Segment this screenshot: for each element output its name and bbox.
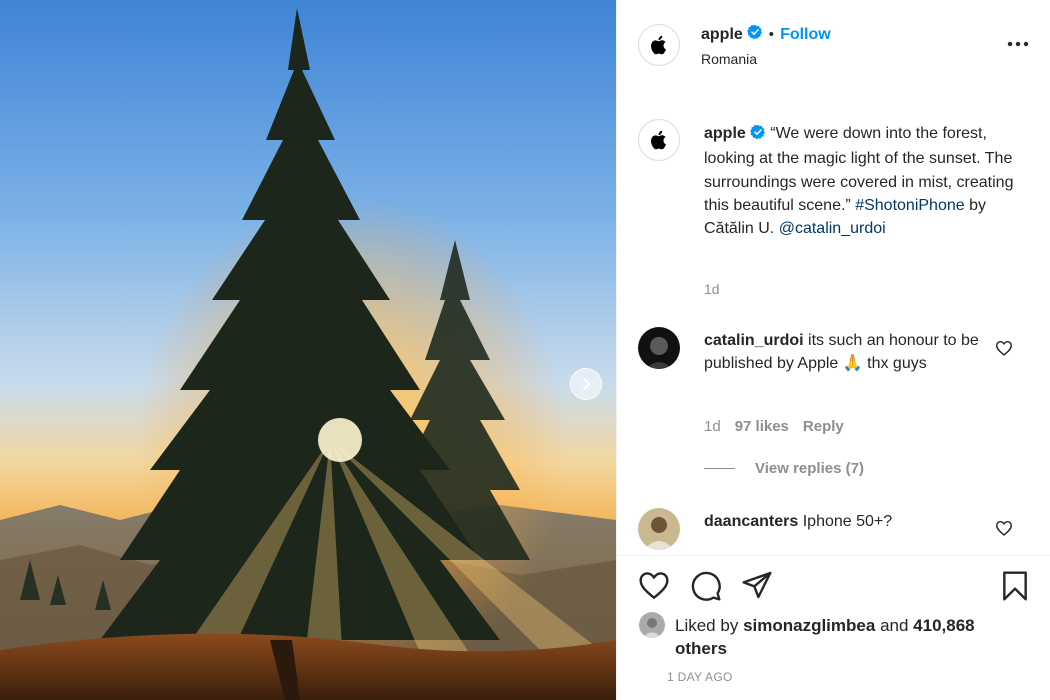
post-photo[interactable] bbox=[0, 0, 616, 700]
caption: apple “We were down into the forest, loo… bbox=[704, 122, 1019, 240]
verified-badge-icon bbox=[746, 24, 763, 45]
bookmark-icon bbox=[1003, 571, 1027, 601]
share-icon bbox=[742, 571, 772, 599]
sunset-forest-image bbox=[0, 0, 616, 700]
heart-icon bbox=[639, 572, 669, 600]
liked-and: and bbox=[880, 616, 909, 635]
comment-meta: 1d 97 likes Reply bbox=[704, 418, 844, 435]
caption-avatar[interactable] bbox=[638, 119, 680, 161]
post-location[interactable]: Romania bbox=[701, 51, 757, 67]
verified-badge-icon bbox=[749, 124, 766, 147]
reply-button[interactable]: Reply bbox=[803, 418, 844, 435]
comment: daancanters Iphone 50+? bbox=[704, 510, 989, 533]
share-button[interactable] bbox=[741, 570, 773, 605]
comment-time[interactable]: 1d bbox=[704, 418, 721, 435]
comment-icon bbox=[691, 571, 721, 601]
liked-by: Liked by simonazglimbea and 410,868 othe… bbox=[639, 612, 975, 660]
caption-time[interactable]: 1d bbox=[704, 281, 720, 297]
commenter-avatar[interactable] bbox=[638, 327, 680, 369]
mention-link[interactable]: @catalin_urdoi bbox=[779, 220, 886, 237]
view-replies-button[interactable]: View replies (7) bbox=[704, 460, 864, 477]
comment-username[interactable]: daancanters bbox=[704, 513, 798, 530]
caption-username[interactable]: apple bbox=[704, 125, 746, 142]
heart-icon bbox=[995, 520, 1013, 536]
comment-likes[interactable]: 97 likes bbox=[735, 418, 789, 435]
apple-logo-icon bbox=[651, 130, 666, 150]
next-photo-button[interactable] bbox=[570, 368, 602, 400]
chevron-right-icon bbox=[583, 378, 590, 390]
comment-body: Iphone 50+? bbox=[802, 513, 893, 530]
follow-button[interactable]: Follow bbox=[780, 26, 831, 44]
like-comment-button[interactable] bbox=[995, 340, 1013, 361]
like-button[interactable] bbox=[638, 570, 670, 605]
post-details-panel: apple • Follow Romania apple “We were do… bbox=[616, 0, 1050, 700]
liked-prefix: Liked by bbox=[675, 616, 739, 635]
more-options-button[interactable] bbox=[1007, 34, 1029, 52]
liker-avatar[interactable] bbox=[639, 612, 665, 638]
apple-logo-icon bbox=[651, 35, 666, 55]
liker-username[interactable]: simonazglimbea bbox=[743, 616, 875, 635]
post-timestamp[interactable]: 1 DAY AGO bbox=[667, 670, 733, 684]
like-comment-button[interactable] bbox=[995, 520, 1013, 541]
liked-by-text: Liked by simonazglimbea and 410,868 othe… bbox=[675, 614, 975, 660]
post-username[interactable]: apple bbox=[701, 26, 743, 44]
comment-username[interactable]: catalin_urdoi bbox=[704, 332, 804, 349]
separator-dot: • bbox=[768, 26, 775, 43]
more-options-icon bbox=[1007, 41, 1029, 47]
replies-divider bbox=[704, 468, 735, 469]
comment: catalin_urdoi its such an honour to be p… bbox=[704, 329, 989, 376]
view-replies-label: View replies (7) bbox=[755, 460, 864, 477]
apple-avatar[interactable] bbox=[638, 24, 680, 66]
save-button[interactable] bbox=[1000, 570, 1030, 607]
heart-icon bbox=[995, 340, 1013, 356]
comment-button[interactable] bbox=[690, 570, 722, 607]
hashtag-link[interactable]: #ShotoniPhone bbox=[855, 197, 964, 214]
post-header: apple • Follow Romania bbox=[617, 0, 1050, 90]
commenter-avatar[interactable] bbox=[638, 508, 680, 550]
